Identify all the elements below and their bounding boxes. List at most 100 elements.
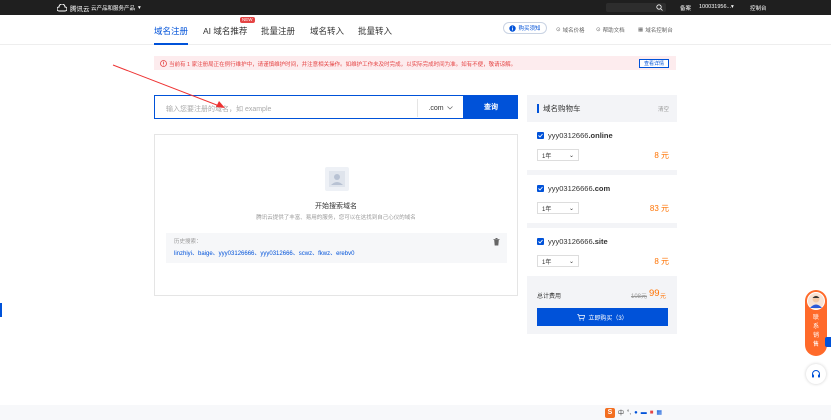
- person-icon: [810, 295, 822, 308]
- avatar: [807, 292, 825, 310]
- filing-link[interactable]: 备案: [680, 4, 691, 12]
- chevron-down-icon: ⌄: [568, 205, 574, 212]
- query-button[interactable]: 查询: [464, 95, 518, 119]
- year-select[interactable]: 1年 ⌄: [537, 202, 579, 214]
- ime-toolbar[interactable]: S 中 °, ● ▬ ■ ▦: [605, 407, 669, 418]
- account-menu[interactable]: 100031956...: [699, 4, 731, 10]
- trash-icon[interactable]: [493, 238, 500, 246]
- year-select[interactable]: 1年 ⌄: [537, 149, 579, 161]
- search-history: 历史搜索： linzhiyi、baige、yyy03126666、yyy0312…: [166, 233, 507, 263]
- chevron-down-icon: [446, 106, 453, 110]
- customer-service-button[interactable]: [806, 364, 826, 384]
- domain-console-link[interactable]: ▦ 域名控制台: [638, 26, 673, 34]
- history-label: 历史搜索：: [174, 239, 202, 245]
- cart-item-domain: yyy0312666.online: [548, 131, 613, 140]
- top-navbar: 腾讯云 云产品和服务产品 ▾ 备案 100031956... ▾ 控制台: [0, 0, 831, 15]
- buy-notice-label: 购买须知: [518, 26, 541, 32]
- domain-price-link[interactable]: ⊙ 域名价格: [556, 26, 585, 34]
- console-icon: ▦: [638, 27, 644, 33]
- checkmark-icon: [538, 239, 543, 244]
- tab-batch-register[interactable]: 批量注册: [261, 25, 295, 37]
- cart-clear-button[interactable]: 清空: [658, 105, 669, 113]
- collapse-tab[interactable]: [825, 337, 831, 347]
- bottom-strip: [0, 405, 831, 420]
- domain-search-input[interactable]: 输入您要注册的域名，如 example .com: [154, 95, 464, 119]
- empty-subtitle: 腾讯云提供了丰富、易用的服务，您可以在这找到自己心仪的域名: [256, 215, 416, 221]
- domain-search-row: 输入您要注册的域名，如 example .com 查询: [154, 95, 518, 119]
- cart-icon: [577, 313, 586, 321]
- checkmark-icon: [538, 133, 543, 138]
- cart-item-price: 8 元: [654, 257, 669, 266]
- buy-now-button[interactable]: 立即购买（3）: [537, 308, 668, 326]
- help-doc-label: 帮助文档: [602, 28, 625, 34]
- tab-domain-register[interactable]: 域名注册: [154, 25, 188, 37]
- tab-batch-transfer[interactable]: 批量转入: [358, 25, 392, 37]
- year-select[interactable]: 1年 ⌄: [537, 255, 579, 267]
- total-price: 99: [649, 288, 660, 299]
- cart-item-checkbox[interactable]: [537, 238, 544, 245]
- mic-icon: ●: [634, 409, 638, 416]
- skin-icon: ■: [649, 409, 654, 416]
- left-edge-marker: [0, 303, 2, 317]
- product-menu[interactable]: 云产品和服务产品 ▾: [91, 4, 141, 12]
- cart-item-price: 83 元: [649, 204, 669, 213]
- keyboard-icon: ▬: [640, 409, 647, 416]
- total-unit: 元: [660, 294, 667, 300]
- cart-item: yyy0312666.online 1年 ⌄ 8 元: [527, 122, 677, 170]
- contact-sales-widget[interactable]: 联系销售: [805, 290, 827, 356]
- search-icon: [656, 4, 663, 11]
- cart-title: 域名购物车: [537, 104, 581, 113]
- logo-text: 腾讯云: [70, 6, 90, 13]
- console-link[interactable]: 控制台: [750, 4, 767, 12]
- tencent-cloud-logo[interactable]: 腾讯云: [57, 3, 90, 13]
- view-details-button[interactable]: 查看详情: [639, 58, 669, 68]
- product-menu-label: 云产品和服务产品: [91, 6, 136, 12]
- grid-icon: ▦: [656, 410, 663, 416]
- cart-item-price: 8 元: [654, 151, 669, 160]
- punctuation-icon: °,: [627, 409, 632, 416]
- chevron-down-icon: ▾: [731, 4, 734, 10]
- checkmark-icon: [538, 186, 543, 191]
- cloud-logo-icon: [57, 4, 67, 12]
- empty-image-icon: [329, 171, 345, 187]
- cart-item-checkbox[interactable]: [537, 185, 544, 192]
- cart-item-domain: yyy03126666.site: [548, 237, 608, 246]
- total-original-price: 108元: [631, 294, 648, 300]
- domain-price-label: 域名价格: [562, 28, 585, 34]
- tab-ai-recommend[interactable]: AI 域名推荐: [203, 25, 247, 37]
- help-doc-link[interactable]: ⊙ 帮助文档: [596, 26, 625, 34]
- suffix-value: .com: [428, 104, 444, 112]
- chevron-down-icon: ▾: [138, 5, 141, 11]
- search-placeholder: 输入您要注册的域名，如 example: [166, 106, 272, 113]
- active-tab-indicator: [154, 43, 188, 45]
- history-items[interactable]: linzhiyi、baige、yyy03126666、yyy0312666、sc…: [174, 248, 354, 257]
- total-label: 总计费用: [537, 294, 562, 300]
- chevron-down-icon: ⌄: [568, 258, 574, 265]
- headset-icon: [812, 370, 820, 378]
- contact-sales-label: 联系销售: [812, 315, 819, 348]
- help-icon: ⊙: [596, 27, 601, 33]
- cart-item: yyy03126666.site 1年 ⌄ 8 元: [527, 228, 677, 276]
- info-circle-icon: [509, 24, 517, 32]
- empty-search-illustration: [325, 167, 349, 191]
- notice-text: 当前有 1 家注册局正在例行维护中，请谨慎维护时间，并注意相关操作。如维护工作未…: [169, 61, 517, 68]
- chevron-down-icon: ⌄: [568, 152, 574, 159]
- cart-item: yyy03126666.com 1年 ⌄ 83 元: [527, 175, 677, 223]
- domain-tabbar: [0, 15, 831, 45]
- empty-title: 开始搜索域名: [315, 203, 357, 210]
- cart-item-checkbox[interactable]: [537, 132, 544, 139]
- sogou-icon: S: [605, 407, 615, 418]
- suffix-select[interactable]: .com: [417, 99, 463, 117]
- search-result-panel: 开始搜索域名 腾讯云提供了丰富、易用的服务，您可以在这找到自己心仪的域名 历史搜…: [154, 134, 518, 296]
- maintenance-notice: 当前有 1 家注册局正在例行维护中，请谨慎维护时间，并注意相关操作。如维护工作未…: [154, 56, 676, 70]
- new-badge: NEW: [240, 17, 255, 23]
- warning-circle-icon: [160, 59, 167, 67]
- global-search-input[interactable]: [606, 3, 666, 12]
- cart-item-domain: yyy03126666.com: [548, 184, 611, 193]
- buy-now-label: 立即购买（3）: [588, 315, 628, 322]
- domain-console-label: 域名控制台: [645, 28, 673, 34]
- tab-domain-transfer[interactable]: 域名转入: [310, 25, 344, 37]
- buy-notice-button[interactable]: 购买须知: [503, 22, 547, 34]
- ime-language: 中: [618, 411, 625, 417]
- price-icon: ⊙: [556, 27, 561, 33]
